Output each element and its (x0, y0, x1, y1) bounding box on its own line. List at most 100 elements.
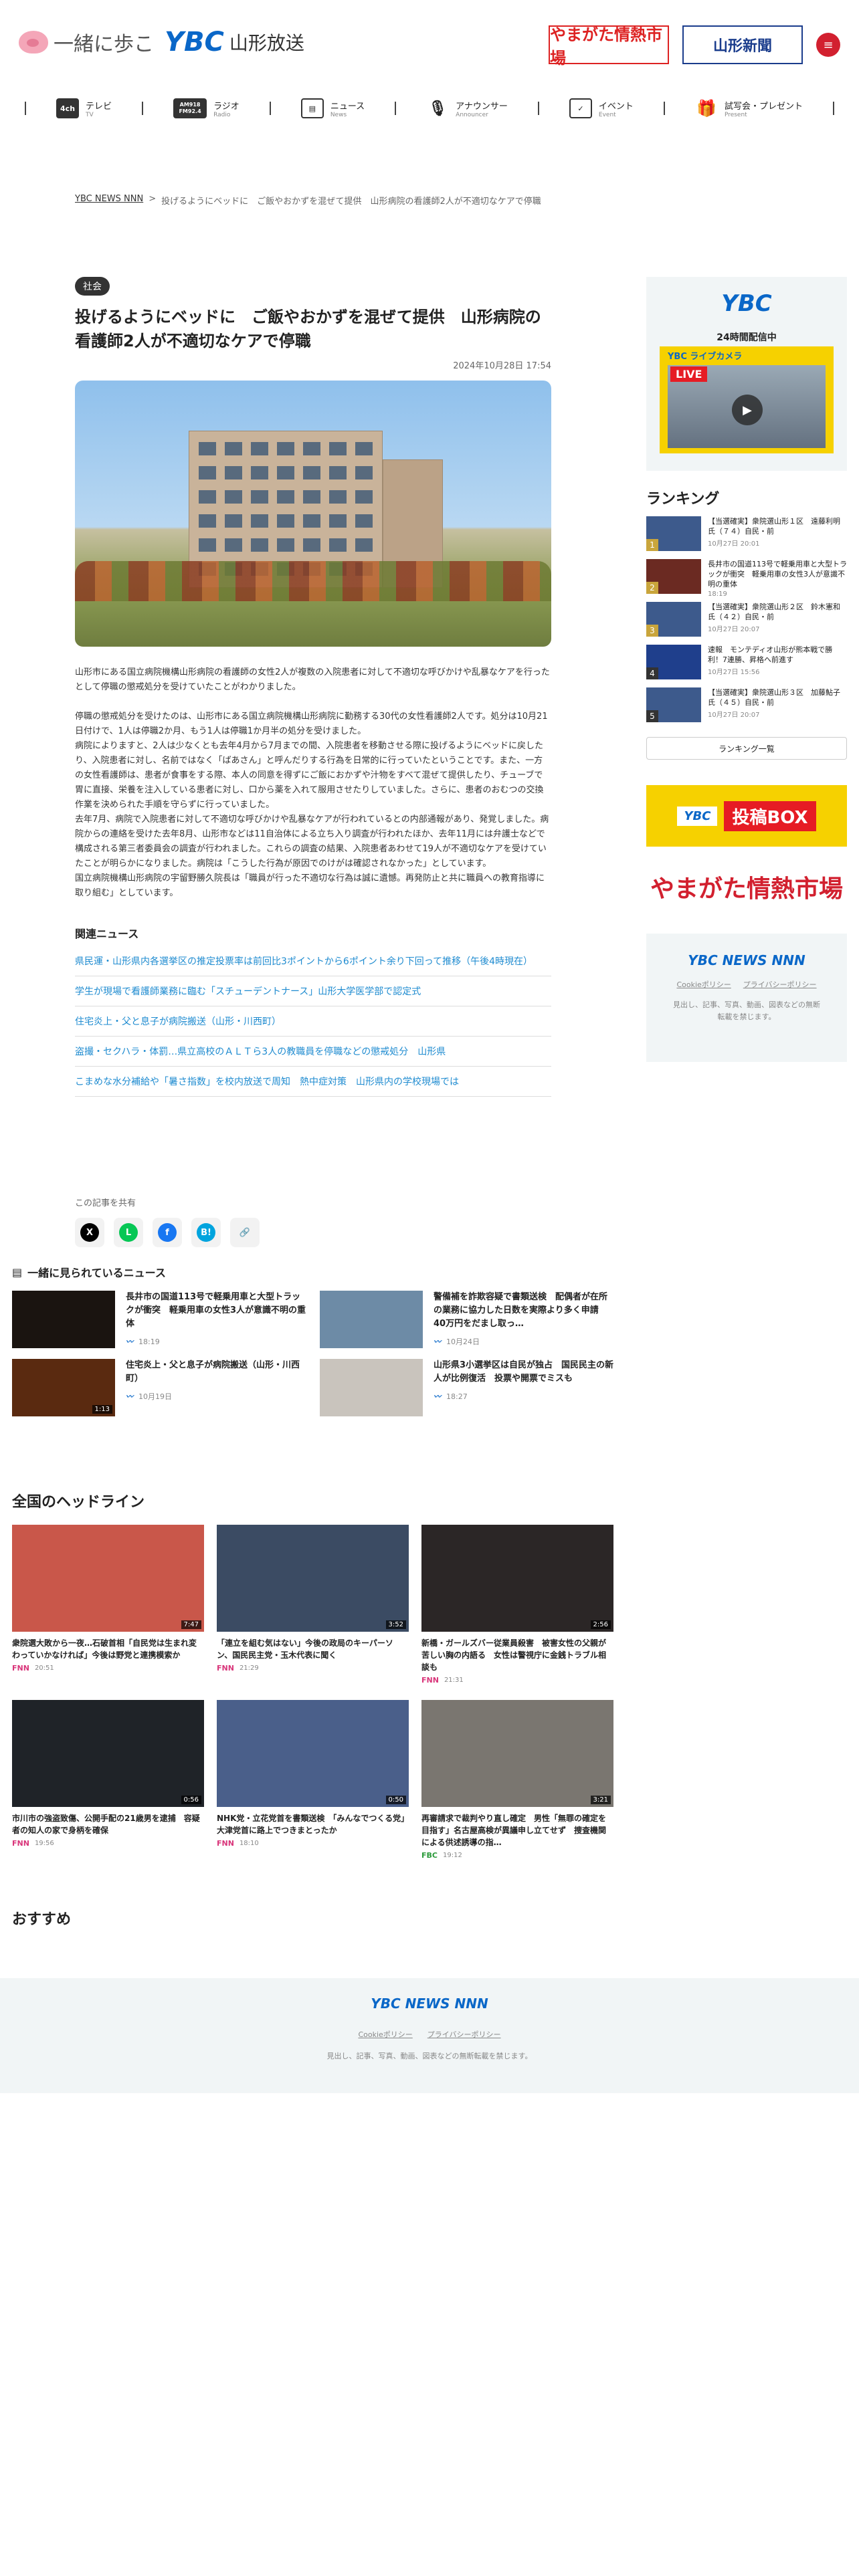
share-link-button[interactable]: 🔗 (230, 1218, 260, 1247)
sidebar-news-info: YBC NEWS NNN Cookieポリシー プライバシーポリシー 見出し、記… (646, 934, 847, 1062)
ranking-item[interactable]: 4 速報 モンテディオ山形が熊本戦で勝利！7連勝、昇格へ前進す 10月27日 15:… (646, 645, 847, 686)
related-news-link[interactable]: 盗撮・セクハラ・体罰…県立高校のＡＬＴら3人の教職員を停職などの懲戒処分 山形県 (75, 1037, 551, 1067)
autumn-trees-image (75, 561, 551, 601)
nav-label: テレビ (86, 101, 112, 112)
video-duration: 3:21 (590, 1796, 611, 1804)
article-paragraph: 去年7月、病院で入院患者に対して不適切な呼びかけや乱暴なケアが行われているとの内… (75, 815, 549, 869)
building-window (199, 466, 216, 479)
nav-item-tv[interactable]: 4ch テレビ TV (26, 98, 142, 118)
national-headline-item[interactable]: 0:50 NHK党・立花党首を書類送検 「みんなでつくる党」大津党首に路上でつきま… (217, 1700, 409, 1860)
cookie-policy-link[interactable]: Cookieポリシー (676, 979, 731, 990)
ranking-item[interactable]: 5 【当選確実】衆院選山形３区 加藤鮎子氏（４５）自民・前 10月27日 20:07 (646, 687, 847, 729)
ranking-number: 3 (646, 625, 658, 637)
news-thumbnail (320, 1359, 423, 1416)
footer-privacy-policy-link[interactable]: プライバシーポリシー (427, 2029, 501, 2040)
share-label: この記事を共有 (75, 1198, 136, 1208)
national-headline-item[interactable]: 3:52 「連立を組む気はない」今後の政局のキーパーソン、国民民主党・玉木代表に聞… (217, 1525, 409, 1685)
nav-item-news[interactable]: ▤ ニュース News (271, 98, 395, 118)
jonetsu-ichiba-banner[interactable]: やまがた情熱市場 (549, 25, 669, 68)
seen-together-item[interactable]: 山形県3小選挙区は自民が独占 国民民主の新人が比例復活 投票や開票でミスも〰 18… (320, 1359, 614, 1419)
list-icon: ▤ (12, 1265, 23, 1279)
national-headline-item[interactable]: 2:56 新橋・ガールズバー従業員殺害 被害女性の父親が苦しい胸の内語る 女性は警… (421, 1525, 613, 1685)
ranking-item[interactable]: 3 【当選確実】衆院選山形２区 鈴木憲和氏（４２）自民・前 10月27日 20:07 (646, 602, 847, 643)
building-window (225, 466, 242, 479)
nav-item-announcer[interactable]: 🎙 アナウンサー Announcer (396, 98, 538, 118)
toko-box-banner[interactable]: YBC 投稿BOX (646, 785, 847, 847)
national-headline-item[interactable]: 3:21 再審請求で裁判やり直し確定 男性「無罪の確定を目指す」名古屋高検が異議申… (421, 1700, 613, 1860)
building-window (277, 514, 294, 528)
yamagata-shimbun-banner[interactable]: 山形新聞 (682, 25, 803, 64)
building-window (355, 514, 373, 528)
national-headline-item[interactable]: 7:47 衆院選大敗から一夜…石破首相「自民党は生まれ変わっていかなければ」今後は… (12, 1525, 204, 1685)
nav-label-en: Event (598, 111, 616, 118)
share-line-button[interactable]: L (114, 1218, 143, 1247)
video-duration: 0:56 (181, 1796, 201, 1804)
headline-time: 19:12 (442, 1852, 462, 1859)
category-tag[interactable]: 社会 (75, 277, 110, 296)
national-headline-item[interactable]: 0:56 市川市の強盗致傷、公開手配の21歳男を逮捕 容疑者の知人の家で身柄を確保… (12, 1700, 204, 1860)
nav-item-radio[interactable]: AM918 FM92.4 ラジオ Radio (143, 98, 270, 118)
news-thumbnail (320, 1291, 423, 1348)
seen-together-item[interactable]: 1:13 住宅炎上・父と息子が病院搬送（山形・川西町） 〰 10月19日 (12, 1359, 306, 1419)
national-headlines-grid: 7:47 衆院選大敗から一夜…石破首相「自民党は生まれ変わっていかなければ」今後は… (12, 1525, 614, 1860)
headline-thumbnail: 0:50 (217, 1700, 409, 1807)
related-news-link[interactable]: こまめな水分補給や「暑さ指数」を校内放送で周知 熱中症対策 山形県内の学校現場で… (75, 1067, 551, 1097)
breadcrumb-home-link[interactable]: YBC NEWS NNN (75, 194, 143, 207)
source-logo-icon: 〰 (434, 1392, 441, 1401)
article-body: 停職の懲戒処分を受けたのは、山形市にある国立病院機構山形病院に勤務する30代の女… (75, 710, 551, 901)
ranking-thumbnail: 4 (646, 645, 701, 679)
footer-cookie-policy-link[interactable]: Cookieポリシー (358, 2029, 412, 2040)
national-headlines-title: 全国のヘッドライン (12, 1494, 145, 1511)
related-news-link[interactable]: 学生が現場で看護師業務に臨む「スチューデントナース」山形大学医学部で認定式 (75, 976, 551, 1006)
source-logo-icon: 〰 (126, 1392, 133, 1401)
pig-mascot-icon (19, 31, 48, 53)
ranking-item[interactable]: 2 長井市の国道113号で軽乗用車と大型トラックが衝突 軽乗用車の女性3人が意識不… (646, 559, 847, 601)
share-facebook-button[interactable]: f (153, 1218, 182, 1247)
ranking-number: 1 (646, 539, 658, 551)
breadcrumb-current: 投げるようにベッドに ご飯やおかずを混ぜて提供 山形病院の看護師2人が不適切なケ… (161, 197, 541, 207)
seen-together-title: ▤ 一緒に見られているニュース (12, 1264, 614, 1280)
news-thumbnail (12, 1291, 115, 1348)
headline-thumbnail: 7:47 (12, 1525, 204, 1632)
nav-label-en: Radio (213, 111, 231, 118)
ranking-thumbnail: 2 (646, 559, 701, 594)
nav-label: ニュース (330, 101, 365, 112)
seen-together-item[interactable]: 長井市の国道113号で軽乗用車と大型トラックが衝突 軽乗用車の女性3人が意識不明… (12, 1291, 306, 1351)
video-duration: 3:52 (385, 1620, 406, 1629)
related-news-title: 関連ニュース (75, 928, 139, 940)
share-x-button[interactable]: X (75, 1218, 104, 1247)
share-hatena-button[interactable]: B! (191, 1218, 221, 1247)
jonetsu-ichiba-sidebar-banner[interactable]: やまがた情熱市場 (646, 856, 847, 918)
article-paragraph: 病院によりますと、2人は少なくとも去年4月から7月までの間、入院患者を移動させる… (75, 741, 544, 810)
privacy-policy-link[interactable]: プライバシーポリシー (743, 979, 817, 990)
live-camera-widget[interactable]: YBC 24時間配信中 YBC ライブカメラ LIVE ▶ (646, 277, 847, 471)
building-window (251, 442, 268, 455)
source-label: FNN (12, 1839, 29, 1848)
ranking-item[interactable]: 1 【当選確実】衆院選山形１区 遠藤利明氏（７４）自民・前 10月27日 20:01 (646, 516, 847, 558)
related-news-link[interactable]: 県民運・山形県内各選挙区の推定投票率は前回比3ポイントから6ポイント余り下回って… (75, 946, 551, 976)
play-icon[interactable]: ▶ (732, 395, 763, 425)
nav-label: 試写会・プレゼント (724, 101, 803, 112)
news-time: 18:27 (446, 1392, 468, 1401)
share-section: この記事を共有 X Lf B! 🔗 (75, 1196, 260, 1247)
article-paragraph: 停職の懲戒処分を受けたのは、山形市にある国立病院機構山形病院に勤務する30代の女… (75, 712, 548, 736)
site-footer: YBC NEWS NNN Cookieポリシー プライバシーポリシー 見出し、記… (0, 1978, 859, 2093)
headline-thumbnail: 2:56 (421, 1525, 613, 1632)
news-title: 住宅炎上・父と息子が病院搬送（山形・川西町） (126, 1360, 300, 1384)
hamburger-menu-icon[interactable]: ≡ (816, 33, 840, 57)
ranking-more-button[interactable]: ランキング一覧 (646, 737, 847, 760)
live-camera-thumbnail[interactable]: YBC ライブカメラ LIVE ▶ (660, 346, 834, 453)
seen-together-item[interactable]: 警備補を詐欺容疑で書類送検 配偶者が在所の業務に協力した日数を実際より多く申請 … (320, 1291, 614, 1351)
global-nav: 4ch テレビ TV AM918 FM92.4 ラジオ Radio ▤ ニュース Ne… (0, 87, 859, 130)
related-news-link[interactable]: 住宅炎上・父と息子が病院搬送（山形・川西町） (75, 1006, 551, 1037)
headline-title: 市川市の強盗致傷、公開手配の21歳男を逮捕 容疑者の知人の家で身柄を確保 (12, 1814, 200, 1835)
building-window (225, 442, 242, 455)
logo-brand: YBC (165, 27, 224, 58)
site-logo[interactable]: 一緒に歩こ YBC 山形放送 (19, 27, 304, 58)
news-title: 警備補を詐欺容疑で書類送検 配偶者が在所の業務に協力した日数を実際より多く申請 … (434, 1292, 608, 1329)
copyright-note: 見出し、記事、写真、動画、図表などの無断転載を禁じます。 (673, 1000, 820, 1021)
footer-logo[interactable]: YBC NEWS NNN (0, 1996, 859, 2012)
nav-item-present[interactable]: 🎁 試写会・プレゼント Present (665, 98, 833, 118)
share-line-icon: L (119, 1223, 138, 1242)
nav-item-event[interactable]: ✓ イベント Event (539, 98, 664, 118)
